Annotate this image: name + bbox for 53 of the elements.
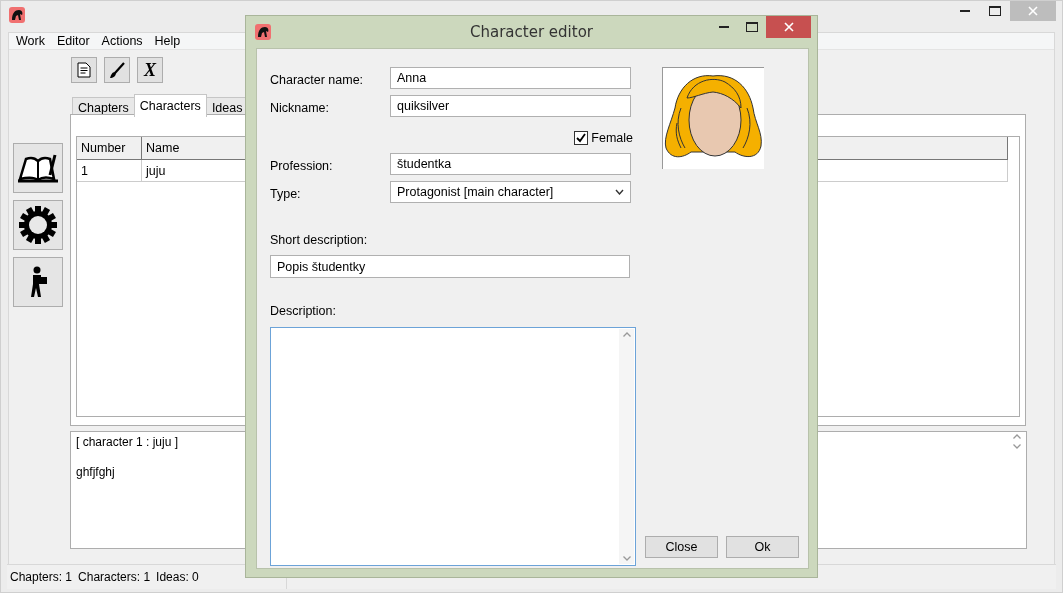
field-label: Type: [270, 187, 302, 201]
menu-item[interactable]: Actions [96, 33, 150, 49]
status-count: Ideas: 0 [156, 570, 199, 584]
maximize-icon [746, 22, 758, 32]
tab[interactable]: Chapters [72, 97, 135, 117]
side-button[interactable] [13, 143, 63, 193]
field-label: Short description: [270, 233, 368, 247]
field-label: Description: [270, 304, 336, 318]
minimize-icon [719, 26, 729, 28]
dialog-title: Character editor [470, 22, 593, 41]
chevron-down-icon [615, 189, 624, 195]
dialog-button[interactable]: Ok [726, 536, 799, 558]
scroll-down-icon[interactable] [622, 556, 631, 561]
table-cell: 1 [77, 159, 142, 182]
close-icon [1028, 6, 1038, 16]
status-count: Chapters: 1 [10, 570, 73, 584]
type-dropdown[interactable]: Protagonist [main character] [390, 181, 631, 203]
nickname-field[interactable]: quiksilver [390, 95, 631, 117]
scroll-down-icon[interactable] [1013, 444, 1021, 449]
preview-line: [ character 1 : juju ] [76, 435, 179, 449]
menu-item[interactable]: Work [11, 33, 52, 49]
preview-line: ghfjfghj [76, 465, 115, 479]
maximize-icon [989, 6, 1001, 16]
name-field[interactable]: Anna [390, 67, 631, 89]
female-checkbox[interactable]: Female [270, 131, 633, 145]
brush-icon [109, 61, 125, 79]
scroll-up-icon[interactable] [622, 332, 631, 337]
person-carrying-icon [28, 266, 48, 298]
side-button[interactable] [13, 200, 63, 250]
checkmark-icon [576, 133, 587, 143]
dialog-button[interactable]: Close [645, 536, 718, 558]
field-label: Character name: [270, 73, 365, 87]
minimize-icon [960, 10, 970, 12]
field-label: Nickname: [270, 101, 331, 115]
app-icon [255, 24, 271, 40]
status-count: Characters: 1 [78, 570, 151, 584]
profession-field[interactable]: študentka [390, 153, 631, 175]
field-label: Profession: [270, 159, 334, 173]
short-description-field[interactable]: Popis študentky [270, 255, 630, 278]
x-letter: X [144, 59, 156, 81]
close-icon [783, 22, 794, 32]
book-icon [18, 153, 58, 183]
gear-icon [18, 205, 58, 245]
tab[interactable]: Characters [133, 94, 207, 117]
side-button[interactable] [13, 257, 63, 307]
app-icon [9, 7, 25, 23]
document-icon [77, 62, 91, 78]
toolbar-button[interactable]: X [137, 57, 163, 83]
column-header[interactable]: Number [77, 137, 142, 160]
scroll-up-icon[interactable] [1013, 434, 1021, 439]
menu-item[interactable]: Help [149, 33, 188, 49]
toolbar-button[interactable] [104, 57, 130, 83]
menu-item[interactable]: Editor [51, 33, 97, 49]
